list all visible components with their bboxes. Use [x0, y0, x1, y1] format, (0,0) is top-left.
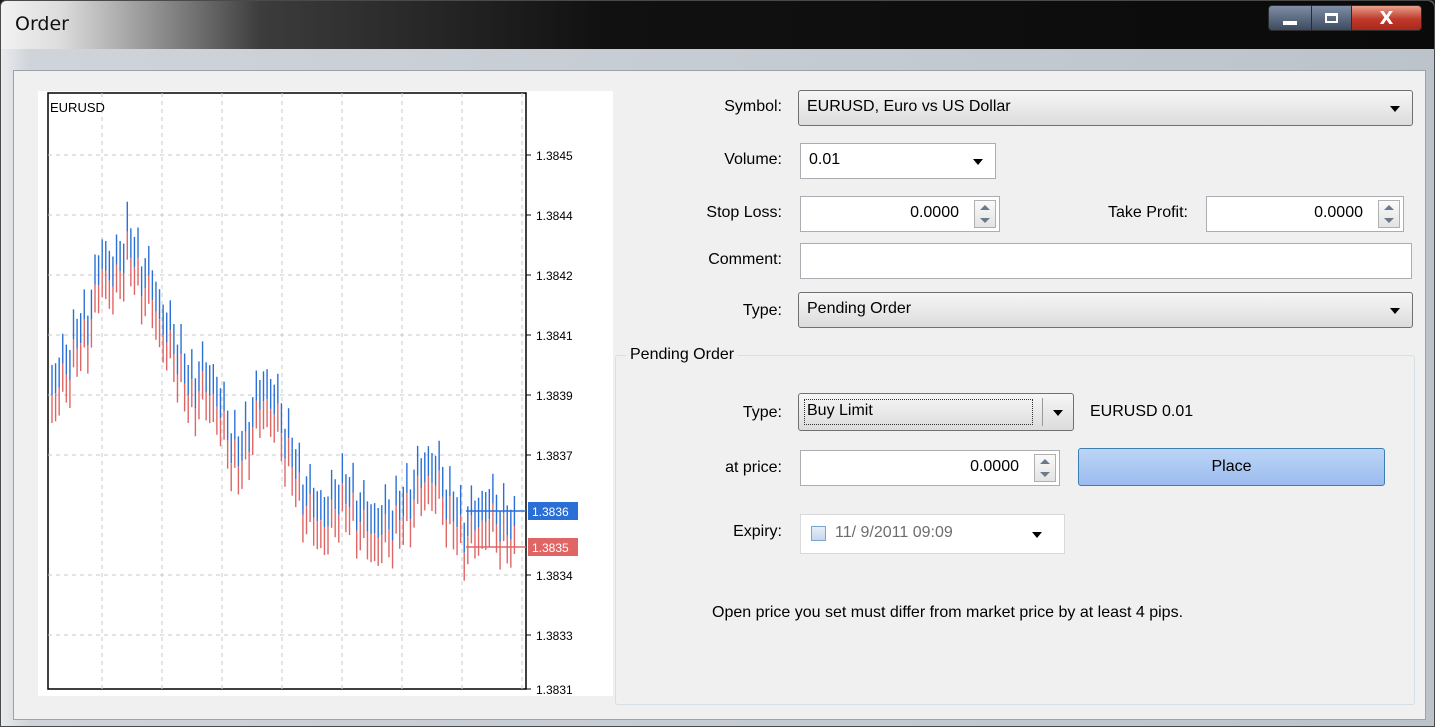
order-type-value: Pending Order: [807, 300, 912, 317]
price-label: 1.3845: [536, 149, 573, 163]
chevron-down-icon: [1390, 106, 1400, 112]
place-button[interactable]: Place: [1078, 448, 1385, 486]
stop-loss-spinner[interactable]: [974, 200, 996, 228]
price-label: 1.3839: [536, 389, 573, 403]
price-label: 1.3837: [536, 449, 573, 463]
close-button[interactable]: X: [1352, 5, 1422, 31]
symbol-select-value: EURUSD, Euro vs US Dollar: [807, 98, 1011, 115]
chevron-down-icon: [973, 159, 983, 165]
chart-plot-frame: [47, 92, 527, 690]
comment-input[interactable]: [800, 243, 1412, 279]
spin-down-icon: [980, 218, 990, 223]
order-type-label: Type:: [742, 302, 782, 319]
volume-value: 0.01: [809, 151, 841, 168]
order-type-select[interactable]: Pending Order: [798, 292, 1413, 328]
window-title: Order: [15, 13, 69, 35]
ask-price-tag-label: 1.3836: [532, 505, 569, 519]
chart-canvas: 1.3845 1.3844 1.3842 1.3841 1.3839 1.3837 1.38…: [47, 92, 578, 696]
price-label: 1.3842: [536, 269, 573, 283]
maximize-icon: [1325, 13, 1338, 23]
minimize-icon: [1283, 21, 1297, 25]
pending-summary: EURUSD 0.01: [1090, 403, 1194, 420]
take-profit-field[interactable]: 0.0000: [1206, 196, 1404, 232]
chevron-down-icon: [1032, 532, 1042, 538]
pending-type-select[interactable]: Buy Limit: [798, 393, 1074, 431]
chevron-down-icon: [1053, 410, 1063, 416]
pending-note: Open price you set must differ from mark…: [712, 604, 1184, 621]
minimize-button[interactable]: [1268, 5, 1312, 31]
volume-combo[interactable]: 0.01: [800, 143, 996, 179]
volume-label: Volume:: [724, 151, 782, 168]
spin-up-icon: [980, 205, 990, 210]
at-price-value: 0.0000: [970, 458, 1019, 475]
comment-label: Comment:: [708, 251, 782, 268]
combo-divider: [1042, 398, 1043, 426]
order-window: Order X 1.3845 1.3844 1.3842 1.3841 1.3839 1.…: [0, 0, 1435, 727]
stop-loss-value: 0.0000: [910, 204, 959, 221]
price-label: 1.3834: [536, 569, 573, 583]
spin-down-icon: [1384, 218, 1394, 223]
price-label: 1.3841: [536, 329, 573, 343]
stop-loss-field[interactable]: 0.0000: [800, 196, 1000, 232]
expiry-checkbox[interactable]: [811, 526, 826, 541]
at-price-spinner[interactable]: [1034, 454, 1056, 482]
stop-loss-label: Stop Loss:: [706, 204, 782, 221]
pending-type-label: Type:: [742, 404, 782, 421]
chevron-down-icon: [1390, 308, 1400, 314]
price-label: 1.3831: [536, 683, 573, 696]
symbol-select[interactable]: EURUSD, Euro vs US Dollar: [798, 90, 1413, 126]
spin-up-icon: [1384, 205, 1394, 210]
tick-chart: 1.3845 1.3844 1.3842 1.3841 1.3839 1.3837 1.38…: [38, 91, 613, 696]
take-profit-value: 0.0000: [1314, 204, 1363, 221]
expiry-picker[interactable]: 11/ 9/2011 09:09: [800, 514, 1065, 554]
take-profit-label: Take Profit:: [1107, 204, 1188, 221]
price-label: 1.3833: [536, 629, 573, 643]
spin-down-icon: [1040, 472, 1050, 477]
at-price-field[interactable]: 0.0000: [800, 450, 1060, 486]
maximize-button[interactable]: [1312, 5, 1352, 31]
price-label: 1.3844: [536, 209, 573, 223]
bid-price-tag-label: 1.3835: [532, 541, 569, 555]
symbol-label: Symbol:: [724, 98, 782, 115]
expiry-value: 11/ 9/2011 09:09: [835, 524, 953, 541]
chart-symbol-label: EURUSD: [50, 100, 105, 115]
title-bar[interactable]: Order X: [1, 1, 1434, 49]
window-controls: X: [1268, 5, 1422, 31]
pending-type-value: Buy Limit: [807, 402, 873, 419]
close-icon: X: [1379, 7, 1394, 29]
spin-up-icon: [1040, 459, 1050, 464]
expiry-label: Expiry:: [733, 523, 782, 540]
dialog-body: 1.3845 1.3844 1.3842 1.3841 1.3839 1.3837 1.38…: [13, 70, 1426, 720]
at-price-label: at price:: [725, 459, 782, 476]
take-profit-spinner[interactable]: [1378, 200, 1400, 228]
pending-order-group-title: Pending Order: [626, 346, 739, 364]
